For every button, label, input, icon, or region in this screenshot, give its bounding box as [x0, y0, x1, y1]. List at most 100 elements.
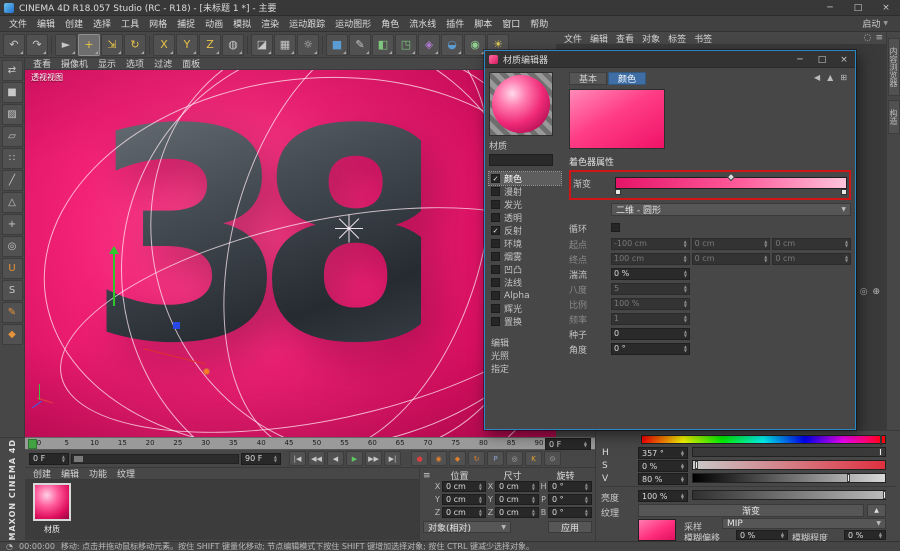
- menu-item-12[interactable]: 角色: [376, 16, 404, 31]
- material-manager-menu-3[interactable]: 纹理: [113, 467, 139, 480]
- focus-icon[interactable]: ◎: [860, 287, 868, 297]
- shader-preview[interactable]: [569, 89, 665, 149]
- coord-field[interactable]: 0 cm ▲ ▼: [495, 481, 539, 492]
- stepper-icon[interactable]: ▲ ▼: [681, 492, 684, 499]
- material-preview-sphere[interactable]: [489, 72, 553, 136]
- gradient-control[interactable]: [615, 172, 847, 195]
- channel-checkbox[interactable]: [491, 304, 500, 313]
- filter-icon[interactable]: ≡: [875, 33, 883, 43]
- menu-item-9[interactable]: 渲染: [256, 16, 284, 31]
- hue-spectrum-bar[interactable]: [641, 435, 886, 446]
- brightness-field[interactable]: 100 % ▲ ▼: [638, 490, 688, 502]
- viewport-menu-3[interactable]: 选项: [122, 57, 148, 70]
- material-manager-menu-1[interactable]: 编辑: [57, 467, 83, 480]
- add-generator-button[interactable]: ◧: [372, 33, 394, 56]
- me-close-button[interactable]: ×: [833, 51, 855, 68]
- layout-dropdown[interactable]: 启动 ▼: [854, 17, 896, 30]
- hue-field[interactable]: 357 ° ▲ ▼: [638, 447, 688, 459]
- menu-item-2[interactable]: 创建: [60, 16, 88, 31]
- render-settings-button[interactable]: ☼: [297, 33, 319, 56]
- menu-item-1[interactable]: 编辑: [32, 16, 60, 31]
- coord-field[interactable]: 0 ° ▲ ▼: [548, 481, 592, 492]
- texture-mode-button[interactable]: ▨: [1, 104, 23, 125]
- play-button[interactable]: ▶: [346, 451, 363, 466]
- minimize-button[interactable]: ─: [816, 0, 844, 15]
- object-manager-menu-4[interactable]: 标签: [664, 32, 690, 45]
- timeline-ruler[interactable]: 0 5 10 15 20 25 30 35 40 45 50 55 60 65 70 75 80 85 90 0 F…: [25, 437, 595, 450]
- material-name-input[interactable]: [489, 154, 553, 166]
- add-deformer-button[interactable]: ◈: [418, 33, 440, 56]
- record-parameter-button[interactable]: P: [487, 451, 504, 466]
- stepper-icon[interactable]: ▲ ▼: [684, 345, 687, 352]
- sampling-dropdown[interactable]: MIP ▼: [722, 518, 886, 529]
- back-arrow-icon[interactable]: ◀: [814, 73, 820, 82]
- viewport-menu-4[interactable]: 过滤: [150, 57, 176, 70]
- coord-field[interactable]: 0 ° ▲ ▼: [548, 507, 592, 518]
- viewport-menu-1[interactable]: 摄像机: [57, 57, 92, 70]
- channel-footer-item-1[interactable]: 光照: [489, 349, 561, 362]
- edges-mode-button[interactable]: ╱: [1, 170, 23, 191]
- model-mode-button[interactable]: ■: [1, 82, 23, 103]
- channel-row-9[interactable]: Alpha: [489, 289, 561, 302]
- channel-checkbox[interactable]: [491, 317, 500, 326]
- add-spline-button[interactable]: ✎: [349, 33, 371, 56]
- coord-field[interactable]: 0 ° ▲ ▼: [548, 494, 592, 505]
- channel-row-10[interactable]: 辉光: [489, 302, 561, 315]
- me-minimize-button[interactable]: ─: [789, 51, 811, 68]
- material-thumbnail-0[interactable]: [33, 483, 71, 521]
- texture-shader-button[interactable]: 渐变: [638, 504, 864, 517]
- stepper-icon[interactable]: ▲ ▼: [532, 483, 535, 490]
- value-slider[interactable]: [692, 473, 886, 483]
- stepper-icon[interactable]: ▲ ▼: [681, 449, 684, 456]
- stepper-icon[interactable]: ▲ ▼: [479, 496, 482, 503]
- x-axis-lock-button[interactable]: X: [153, 33, 175, 56]
- texture-preview-swatch[interactable]: [638, 519, 676, 541]
- record-pla-button[interactable]: ◎: [506, 451, 523, 466]
- viewport-menu-0[interactable]: 查看: [29, 57, 55, 70]
- stepper-icon[interactable]: ▲ ▼: [681, 475, 684, 482]
- param-field[interactable]: 0 % ▲ ▼: [611, 267, 690, 280]
- channel-row-7[interactable]: 凹凸: [489, 263, 561, 276]
- material-tab-0[interactable]: 基本: [569, 72, 608, 85]
- redo-button[interactable]: ↷: [26, 33, 48, 56]
- coord-field[interactable]: 0 cm ▲ ▼: [495, 494, 539, 505]
- material-manager-menu-0[interactable]: 创建: [29, 467, 55, 480]
- y-axis-lock-button[interactable]: Y: [176, 33, 198, 56]
- channel-checkbox[interactable]: ✓: [491, 226, 500, 235]
- spectrum-handle[interactable]: [880, 435, 883, 446]
- channel-footer-item-0[interactable]: 编辑: [489, 336, 561, 349]
- maximize-button[interactable]: □: [844, 0, 872, 15]
- render-picture-viewer-button[interactable]: ▦: [274, 33, 296, 56]
- menu-item-6[interactable]: 捕捉: [172, 16, 200, 31]
- menu-item-17[interactable]: 帮助: [525, 16, 553, 31]
- channel-checkbox[interactable]: [491, 278, 500, 287]
- coord-field[interactable]: 0 cm ▲ ▼: [442, 507, 486, 518]
- gradient-type-dropdown[interactable]: 二维 - 圆形 ▼: [611, 203, 851, 216]
- stepper-icon[interactable]: ▲ ▼: [479, 483, 482, 490]
- scale-button[interactable]: ⇲: [101, 33, 123, 56]
- stepper-icon[interactable]: ▲ ▼: [585, 483, 588, 490]
- points-mode-button[interactable]: ∷: [1, 148, 23, 169]
- z-axis-handle[interactable]: [173, 322, 180, 329]
- record-button[interactable]: ●: [411, 451, 428, 466]
- next-frame-button[interactable]: ▶▶: [365, 451, 382, 466]
- texture-menu-button[interactable]: ▲: [867, 504, 886, 517]
- slider-handle[interactable]: [879, 448, 883, 456]
- menu-item-11[interactable]: 运动图形: [330, 16, 376, 31]
- blur-offset-field[interactable]: 0 % ▲ ▼: [736, 530, 788, 540]
- viewport-solo-button[interactable]: ◎: [1, 236, 23, 257]
- make-editable-button[interactable]: ⇄: [1, 60, 23, 81]
- material-tab-1[interactable]: 颜色: [608, 72, 647, 85]
- material-manager-menu-2[interactable]: 功能: [85, 467, 111, 480]
- record-rotation-button[interactable]: ↻: [468, 451, 485, 466]
- brush-button[interactable]: ✎: [1, 302, 23, 323]
- range-slider-handle[interactable]: [74, 455, 83, 462]
- stepper-icon[interactable]: ▲ ▼: [532, 509, 535, 516]
- prev-frame-button[interactable]: ◀: [327, 451, 344, 466]
- record-position-button[interactable]: ◉: [430, 451, 447, 466]
- autokey-button[interactable]: K: [525, 451, 542, 466]
- saturation-field[interactable]: 0 % ▲ ▼: [638, 460, 688, 472]
- origin-handle[interactable]: [203, 368, 210, 375]
- magnet-button[interactable]: ◆: [1, 324, 23, 345]
- apply-button[interactable]: 应用: [548, 521, 592, 534]
